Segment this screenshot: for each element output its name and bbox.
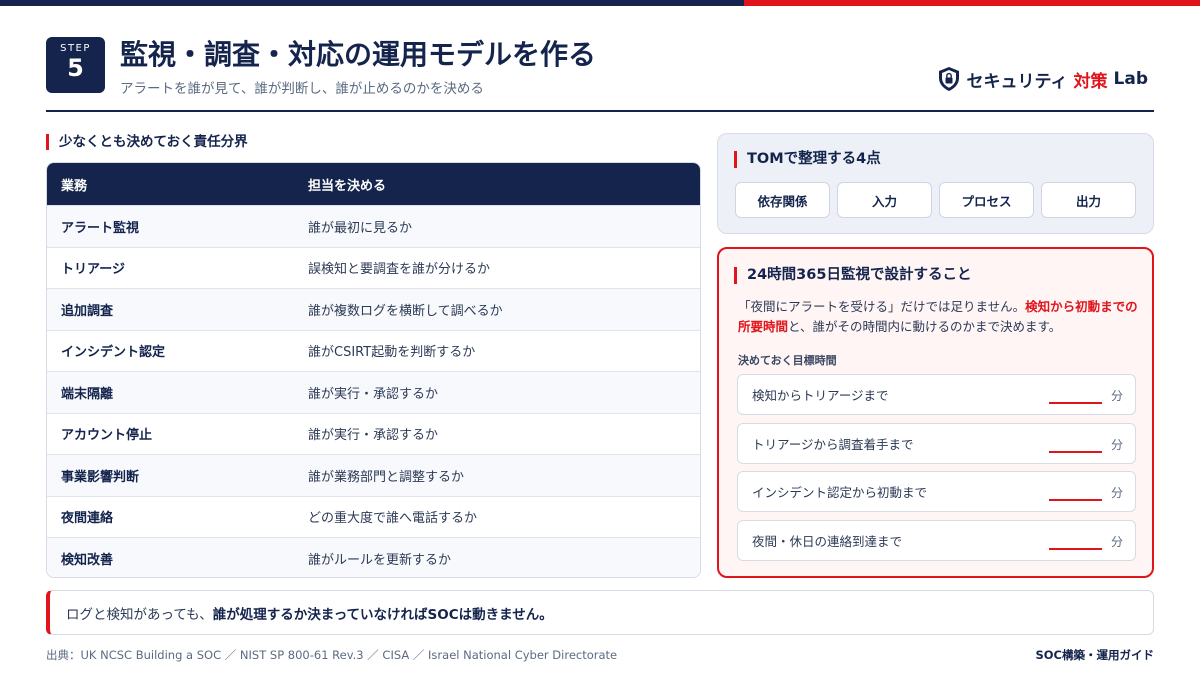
table-row: 夜間連絡 どの重大度で誰へ電話するか: [47, 495, 700, 538]
table-row: インシデント認定 誰がCSIRT起動を判断するか: [47, 329, 700, 372]
target-time-list: 検知からトリアージまで 分 トリアージから調査着手まで 分 インシデント認定から…: [737, 374, 1136, 568]
table-row: 検知改善 誰がルールを更新するか: [47, 537, 700, 577]
callout-text: ログと検知があっても、: [66, 606, 213, 623]
row-owner: 誤検知と要調査を誰が分けるか: [308, 262, 491, 278]
tom-chip-output: 出力: [1041, 182, 1136, 218]
row-task: トリアージ: [61, 262, 125, 278]
key-message-callout: ログと検知があっても、 誰が処理するか決まっていなければSOCは動きません。: [46, 590, 1154, 635]
target-label: インシデント認定から初動まで: [752, 485, 928, 500]
table-row: 事業影響判断 誰が業務部門と調整するか: [47, 454, 700, 496]
unit-label: 分: [1110, 534, 1123, 549]
targets-label: 決めておく目標時間: [738, 354, 837, 367]
row-task: 端末隔離: [61, 386, 114, 402]
row-task: アカウント停止: [61, 428, 153, 444]
top-accent-bar: [0, 0, 1200, 6]
shield-lock-icon: [938, 67, 959, 91]
column-header-owner: 担当を決める: [308, 178, 387, 194]
table-row: 追加調査 誰が複数ログを横断して調べるか: [47, 288, 700, 330]
column-header-task: 業務: [61, 178, 88, 194]
unit-label: 分: [1110, 486, 1123, 500]
top-bar-navy: [0, 0, 744, 6]
tom-title: TOMで整理する4点: [734, 151, 881, 168]
brand-text-taisaku: 対策: [1073, 71, 1108, 92]
row-owner: 誰が業務部門と調整するか: [308, 469, 465, 485]
monitoring-description: 「夜間にアラートを受ける」だけでは足りません。検知から初動までの所要時間と、誰が…: [738, 297, 1140, 337]
monitoring-panel: 24時間365日監視で設計すること 「夜間にアラートを受ける」だけでは足りません…: [717, 247, 1154, 578]
row-task: 追加調査: [61, 303, 114, 319]
target-time-item: インシデント認定から初動まで 分: [737, 471, 1136, 512]
top-bar-red: [744, 0, 1200, 6]
target-label: 夜間・休日の連絡到達まで: [752, 533, 903, 549]
row-task: 事業影響判断: [61, 469, 140, 485]
table-row: 端末隔離 誰が実行・承認するか: [47, 371, 700, 413]
target-time-item: 検知からトリアージまで 分: [737, 374, 1136, 415]
brand-logo: セキュリティ 対策 Lab: [937, 66, 1148, 92]
responsibility-section-title: 少なくとも決めておく責任分界: [46, 134, 248, 150]
row-task: 夜間連絡: [61, 511, 114, 527]
page-subtitle: アラートを誰が見て、誰が判断し、誰が止めるのかを決める: [120, 81, 484, 97]
target-time-item: 夜間・休日の連絡到達まで 分: [737, 519, 1136, 561]
tom-panel: TOMで整理する4点 依存関係 入力 プロセス 出力: [717, 133, 1154, 234]
tom-chip-input: 入力: [837, 182, 932, 218]
row-owner: 誰がCSIRT起動を判断するか: [308, 345, 476, 361]
header-divider: [46, 110, 1154, 112]
row-owner: 誰が実行・承認するか: [308, 386, 439, 402]
tom-chip-dependencies: 依存関係: [735, 182, 830, 218]
brand-text-lab: Lab: [1113, 69, 1148, 89]
step-label: STEP: [60, 43, 91, 54]
target-time-item: トリアージから調査着手まで 分: [737, 422, 1136, 464]
responsibility-table: 業務 担当を決める アラート監視 誰が最初に見るか トリアージ 誤検知と要調査を…: [46, 162, 701, 578]
desc-text-pre: 「夜間にアラートを受ける」だけでは足りません。: [738, 299, 1026, 314]
brand-text-security: セキュリティ: [966, 71, 1068, 92]
fill-in-blank: [1049, 402, 1102, 404]
unit-label: 分: [1110, 437, 1123, 452]
guide-name: SOC構築・運用ガイド: [1035, 648, 1155, 662]
source-citation: 出典：UK NCSC Building a SOC ／ NIST SP 800-…: [46, 648, 618, 662]
row-task: アラート監視: [61, 220, 140, 236]
row-owner: 誰がルールを更新するか: [308, 552, 452, 568]
step-badge: STEP 5: [46, 37, 105, 93]
fill-in-blank: [1049, 499, 1102, 501]
target-label: トリアージから調査着手まで: [752, 436, 914, 452]
desc-text-post: と、誰がその時間内に動けるのかまで決めます。: [788, 319, 1062, 334]
callout-strong-text: 誰が処理するか決まっていなければSOCは動きません。: [212, 606, 553, 623]
row-owner: 誰が最初に見るか: [308, 220, 413, 236]
row-owner: 誰が複数ログを横断して調べるか: [308, 303, 503, 319]
row-task: インシデント認定: [61, 345, 166, 361]
table-header: 業務 担当を決める: [47, 163, 700, 205]
table-row: アラート監視 誰が最初に見るか: [47, 205, 700, 247]
page-title: 監視・調査・対応の運用モデルを作る: [120, 38, 597, 71]
tom-chip-list: 依存関係 入力 プロセス 出力: [735, 182, 1136, 218]
fill-in-blank: [1049, 547, 1102, 550]
step-number: 5: [67, 54, 84, 82]
row-task: 検知改善: [61, 552, 114, 568]
fill-in-blank: [1049, 450, 1102, 453]
row-owner: どの重大度で誰へ電話するか: [308, 511, 478, 527]
monitoring-title: 24時間365日監視で設計すること: [734, 267, 971, 284]
target-label: 検知からトリアージまで: [752, 388, 889, 403]
unit-label: 分: [1110, 389, 1123, 403]
tom-chip-process: プロセス: [939, 182, 1034, 218]
table-row: トリアージ 誤検知と要調査を誰が分けるか: [47, 246, 700, 289]
row-owner: 誰が実行・承認するか: [308, 428, 439, 444]
table-row: アカウント停止 誰が実行・承認するか: [47, 412, 700, 455]
